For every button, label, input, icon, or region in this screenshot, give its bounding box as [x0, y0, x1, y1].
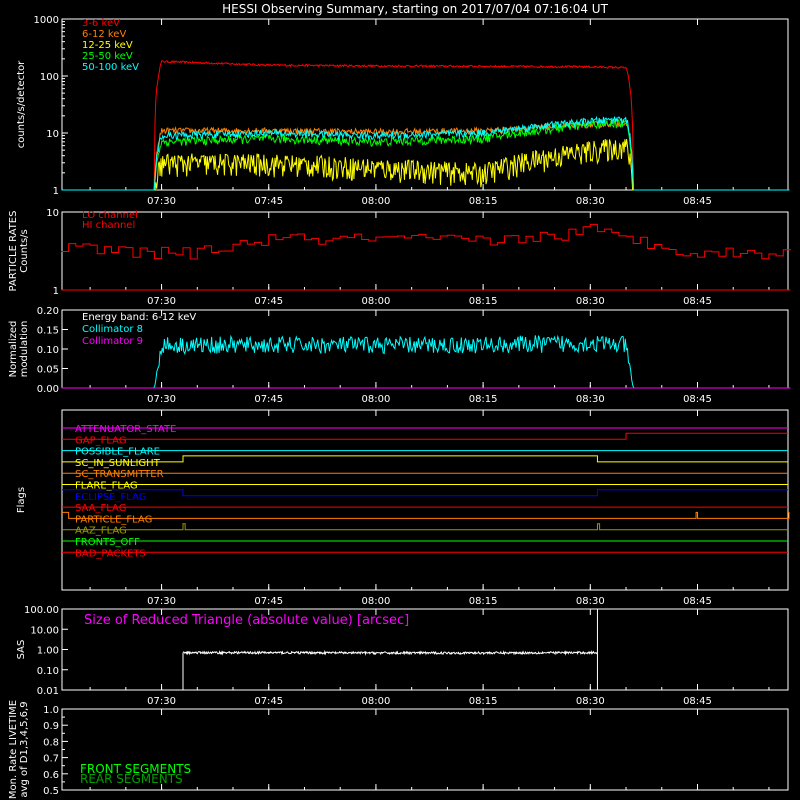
modulation-panel-ytick-label: 0.10	[37, 345, 59, 356]
sas-panel-xtick-label: 07:30	[147, 696, 176, 707]
sas-panel-xtick-label: 07:45	[254, 696, 283, 707]
legend-item: 3-6 keV	[82, 18, 120, 29]
livetime-panel-ytick-label: 0.7	[43, 754, 59, 765]
modulation-panel-ytick-label: 0.20	[37, 306, 59, 317]
modulation-panel-xtick-label: 08:45	[683, 394, 712, 405]
particle-panel-xtick-label: 08:00	[362, 296, 391, 307]
legend-item: Collimator 8	[82, 324, 143, 335]
flags-panel-xtick-label: 08:30	[576, 596, 605, 607]
counts-panel-xtick-label: 08:30	[576, 196, 605, 207]
modulation-panel-xtick-label: 08:30	[576, 394, 605, 405]
flag-label: SC_IN_SUNLIGHT	[75, 458, 161, 469]
flag-label: POSSIBLE_FLARE	[75, 447, 160, 458]
particle-panel-ytick-label: 10	[46, 208, 59, 219]
legend-item: 50-100 keV	[82, 62, 139, 73]
modulation-panel-xtick-label: 07:30	[147, 394, 176, 405]
counts-panel-ytick-label: 1000	[34, 15, 59, 26]
counts-panel-xtick-label: 07:45	[254, 196, 283, 207]
legend-item: Collimator 9	[82, 336, 143, 347]
sas-panel-ytick-label: 0.10	[37, 666, 59, 677]
livetime-panel-ytick-label: 0.9	[43, 721, 59, 732]
livetime-panel-ytick-label: 0.6	[43, 770, 59, 781]
legend-item: HI channel	[82, 220, 135, 231]
legend-item: Energy band: 6-12 keV	[82, 312, 196, 323]
background	[0, 0, 800, 800]
flags-panel-xtick-label: 08:00	[362, 596, 391, 607]
counts-panel-xtick-label: 08:15	[469, 196, 498, 207]
flags-panel-xtick-label: 07:30	[147, 596, 176, 607]
modulation-panel-ytick-label: 0.00	[37, 384, 59, 395]
flag-label: BAD_PACKETS	[75, 548, 146, 559]
particle-panel-xtick-label: 08:45	[683, 296, 712, 307]
livetime-panel-ytick-label: 0.8	[43, 737, 59, 748]
counts-panel-xtick-label: 07:30	[147, 196, 176, 207]
flags-panel-xtick-label: 07:45	[254, 596, 283, 607]
legend-item: REAR SEGMENTS	[80, 772, 183, 786]
particle-panel-xtick-label: 08:30	[576, 296, 605, 307]
modulation-panel-xtick-label: 07:45	[254, 394, 283, 405]
modulation-panel-xtick-label: 08:00	[362, 394, 391, 405]
flag-label: ATTENUATOR_STATE	[75, 424, 176, 435]
flag-label: PARTICLE_FLAG	[75, 514, 152, 525]
sas-panel-ylabel: SAS	[16, 640, 27, 660]
sas-panel-xtick-label: 08:45	[683, 696, 712, 707]
livetime-panel-ylabel: Mon. Rate LIVETIME	[8, 700, 19, 799]
legend-item: 25-50 keV	[82, 51, 133, 62]
counts-panel-ylabel: counts/s/detector	[16, 60, 27, 148]
flag-label: SC_TRANSMITTER	[75, 469, 164, 480]
particle-panel-xtick-label: 07:30	[147, 296, 176, 307]
legend-item: 6-12 keV	[82, 29, 126, 40]
flag-label: FRONTS_OFF	[75, 537, 140, 548]
sas-annotation: Size of Reduced Triangle (absolute value…	[84, 613, 409, 628]
flags-panel-xtick-label: 08:45	[683, 596, 712, 607]
modulation-panel-ylabel: modulation	[19, 321, 30, 378]
chart-title: HESSI Observing Summary, starting on 201…	[222, 2, 608, 16]
particle-panel-ylabel: Counts/s	[19, 229, 30, 273]
flags-panel-ylabel: Flags	[16, 487, 27, 513]
sas-panel-ytick-label: 1.00	[37, 646, 59, 657]
modulation-panel-ytick-label: 0.15	[37, 326, 59, 337]
counts-panel-ytick-label: 10	[46, 129, 59, 140]
flag-label: GAP_FLAG	[75, 435, 127, 446]
flags-panel-xtick-label: 08:15	[469, 596, 498, 607]
sas-panel-xtick-label: 08:00	[362, 696, 391, 707]
counts-panel-xtick-label: 08:45	[683, 196, 712, 207]
livetime-panel-ytick-label: 0.5	[43, 786, 59, 797]
modulation-panel-ylabel: Normalized	[8, 321, 19, 378]
flag-label: SAA_FLAG	[75, 503, 126, 514]
modulation-panel-xtick-label: 08:15	[469, 394, 498, 405]
livetime-panel-ytick-label: 1.0	[43, 705, 59, 716]
particle-panel-ytick-label: 1	[53, 286, 59, 297]
counts-panel-ytick-label: 100	[40, 72, 59, 83]
counts-panel-xtick-label: 08:00	[362, 196, 391, 207]
legend-item: 12-25 keV	[82, 40, 133, 51]
sas-panel-ytick-label: 10.00	[30, 625, 59, 636]
modulation-panel-ytick-label: 0.05	[37, 365, 59, 376]
counts-panel-ytick-label: 1	[53, 186, 59, 197]
hessi-summary-chart: HESSI Observing Summary, starting on 201…	[0, 0, 800, 800]
flag-label: AAZ_FLAG	[75, 526, 127, 537]
particle-panel-xtick-label: 07:45	[254, 296, 283, 307]
sas-panel-ytick-label: 100.00	[24, 605, 59, 616]
sas-panel-xtick-label: 08:15	[469, 696, 498, 707]
particle-panel-xtick-label: 08:15	[469, 296, 498, 307]
sas-panel-xtick-label: 08:30	[576, 696, 605, 707]
livetime-panel-ylabel: avg of D1,3,4,5,6,9	[19, 701, 30, 797]
particle-panel-ylabel: PARTICLE RATES	[8, 211, 19, 292]
sas-panel-ytick-label: 0.01	[37, 686, 59, 697]
flag-label: ECLIPSE_FLAG	[75, 492, 146, 503]
